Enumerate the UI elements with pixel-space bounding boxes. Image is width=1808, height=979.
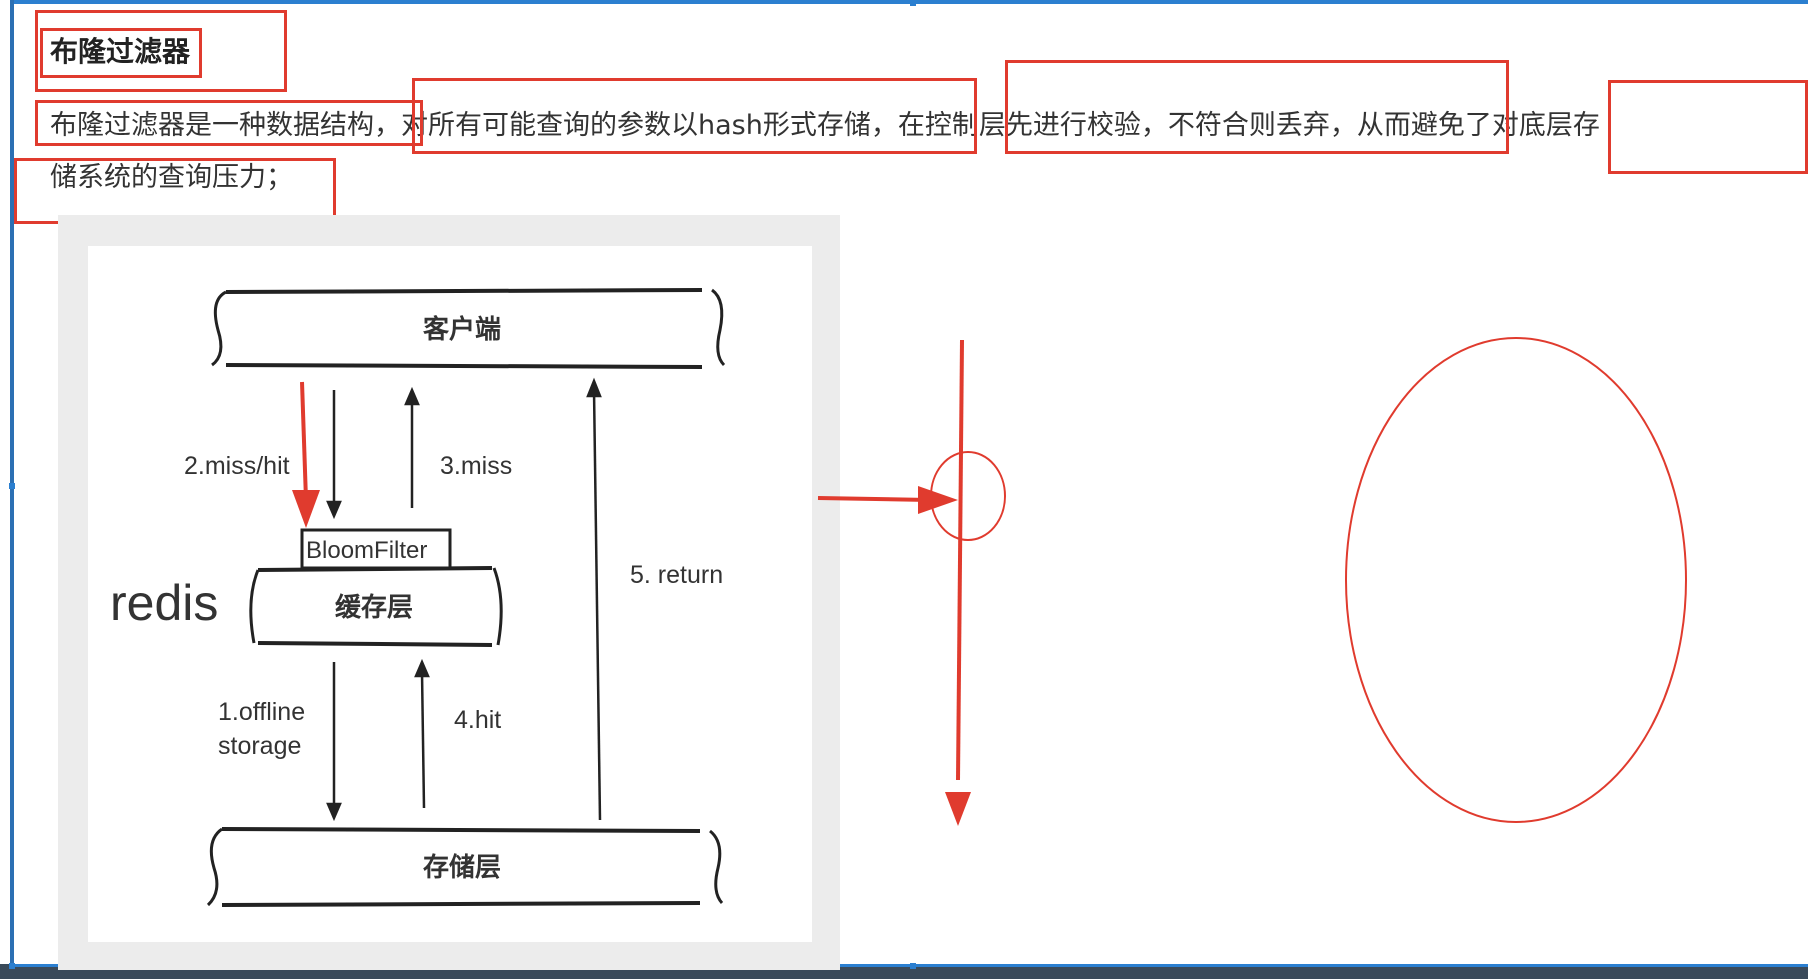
arrow-return: [592, 389, 602, 821]
return-label: 5. return: [630, 561, 723, 589]
large-ellipse-annotation[interactable]: [1345, 337, 1687, 823]
miss-hit-label: 2.miss/hit: [184, 452, 290, 480]
arrow-hit-head: [414, 658, 430, 678]
client-label: 客户端: [423, 314, 501, 345]
redis-label: redis: [110, 575, 218, 631]
red-arrow-right[interactable]: [817, 486, 958, 514]
whiteboard-canvas: 布隆过滤器 布隆过滤器是一种数据结构，对所有可能查询的参数以hash形式存储，在…: [0, 0, 1808, 979]
red-arrow-down-diagram[interactable]: [292, 381, 320, 528]
offline-label-line1: 1.offline: [218, 698, 305, 726]
arrow-miss-hit-head: [326, 500, 342, 520]
arrow-offline-storage-head: [326, 802, 342, 822]
cache-label: 缓存层: [335, 592, 413, 623]
miss-label: 3.miss: [440, 452, 512, 480]
red-arrow-down-long[interactable]: [945, 339, 971, 826]
arrow-miss-head: [404, 386, 420, 406]
storage-label: 存储层: [423, 852, 501, 883]
arrow-return-head: [586, 377, 602, 398]
annotation-layer: 客户端 存储层 缓存层 BloomFilter redis 2.miss/hit…: [110, 288, 1687, 907]
arrow-hit: [420, 671, 426, 809]
hit-label: 4.hit: [454, 706, 501, 734]
offline-label-line2: storage: [218, 732, 301, 760]
bloomfilter-label: BloomFilter: [306, 537, 427, 564]
